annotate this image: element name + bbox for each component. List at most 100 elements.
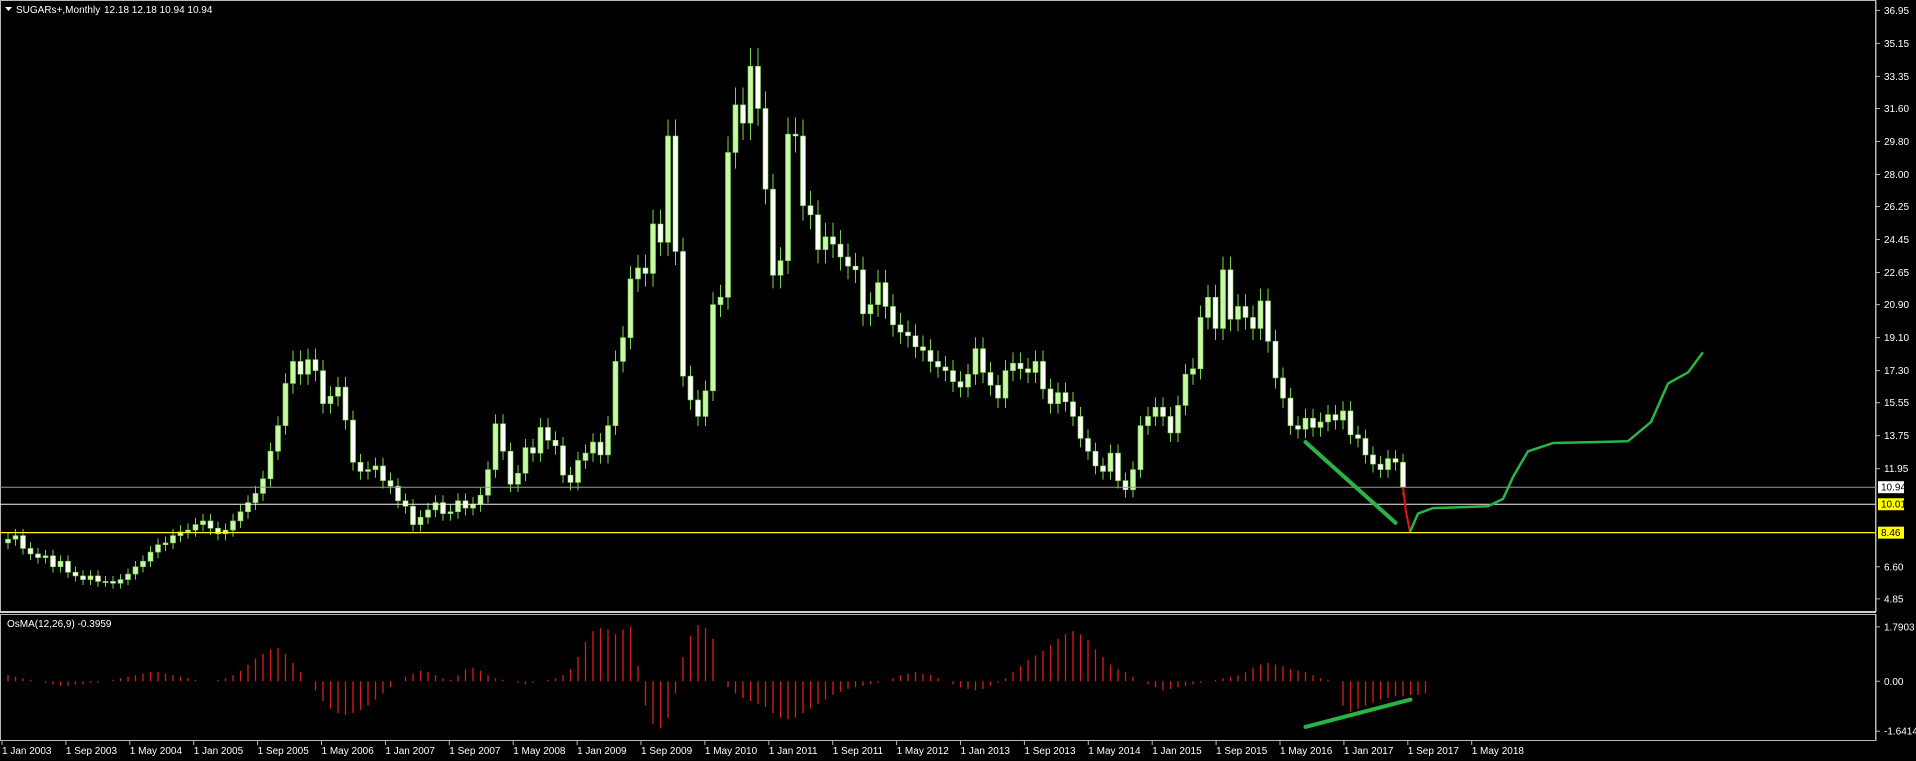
bull-candle bbox=[252, 493, 259, 503]
bull-candle bbox=[140, 560, 146, 568]
price-tick-label: 4.85 bbox=[1884, 594, 1904, 605]
indicator-tick-label: 1.7903 bbox=[1884, 622, 1915, 633]
price-tick-label: 26.25 bbox=[1884, 202, 1909, 213]
bear-candle bbox=[927, 350, 934, 362]
price-axis: 36.95 35.15 33.35 31.60 29.80 28.00 26.25 24.45… bbox=[1876, 6, 1909, 605]
level-2-tag: 8.46 bbox=[1881, 528, 1901, 539]
bull-candle bbox=[417, 516, 424, 525]
bull-candle bbox=[477, 494, 484, 505]
downtrend-line bbox=[1303, 440, 1398, 525]
bull-candle bbox=[575, 460, 581, 483]
bear-candle bbox=[1332, 414, 1339, 421]
bear-candle bbox=[1040, 361, 1046, 390]
indicator-tick-label: -1.6414 bbox=[1884, 727, 1916, 738]
time-tick-label: 1 Jan 2013 bbox=[961, 746, 1011, 757]
bull-candle bbox=[725, 152, 731, 298]
bear-candle bbox=[762, 108, 769, 190]
dropdown-triangle-icon[interactable] bbox=[5, 7, 12, 11]
bear-candle bbox=[207, 520, 214, 529]
time-tick-label: 1 Sep 2017 bbox=[1408, 746, 1460, 757]
bull-candle bbox=[1145, 416, 1151, 426]
time-tick-label: 1 May 2004 bbox=[130, 746, 183, 757]
time-tick-label: 1 Sep 2015 bbox=[1216, 746, 1268, 757]
time-tick-label: 1 Jan 2009 bbox=[577, 746, 627, 757]
bull-candle bbox=[1055, 392, 1061, 404]
time-tick-label: 1 Sep 2013 bbox=[1024, 746, 1076, 757]
bull-candle bbox=[117, 579, 124, 584]
price-tick-label: 29.80 bbox=[1884, 137, 1909, 148]
time-axis: 1 Jan 2003 1 Sep 2003 1 May 2004 1 Jan 2005… bbox=[1, 741, 1525, 757]
bull-candle bbox=[132, 566, 139, 575]
bear-candle bbox=[740, 104, 746, 124]
bull-candle bbox=[1302, 417, 1309, 430]
bull-candle bbox=[447, 511, 454, 514]
bull-candle bbox=[777, 260, 784, 276]
time-tick-label: 1 May 2018 bbox=[1472, 746, 1525, 757]
bear-candle bbox=[410, 505, 416, 525]
price-tick-label: 6.60 bbox=[1884, 562, 1904, 573]
level-1-tag: 10.01 bbox=[1881, 500, 1906, 511]
indicator-label: OsMA(12,26,9) -0.3959 bbox=[7, 619, 112, 630]
bull-candle bbox=[1205, 296, 1211, 318]
bull-candle bbox=[537, 427, 544, 454]
price-tick-label: 33.35 bbox=[1884, 72, 1909, 83]
bear-candle bbox=[72, 571, 79, 577]
bear-candle bbox=[342, 386, 349, 421]
bull-candle bbox=[147, 551, 154, 562]
bear-candle bbox=[357, 461, 364, 472]
bear-candle bbox=[500, 423, 506, 452]
bear-candle bbox=[1287, 397, 1294, 426]
price-level-lines bbox=[0, 486, 1876, 534]
bull-candle bbox=[1197, 317, 1204, 370]
bear-candle bbox=[942, 366, 949, 371]
bear-candle bbox=[1115, 452, 1121, 481]
bull-candle bbox=[192, 524, 199, 531]
bear-candle bbox=[1017, 362, 1024, 370]
bear-candle bbox=[65, 560, 71, 573]
time-tick-label: 1 Sep 2007 bbox=[449, 746, 501, 757]
bear-candle bbox=[935, 361, 941, 368]
bear-candle bbox=[387, 480, 394, 487]
main-chart-frame bbox=[0, 0, 1876, 612]
time-tick-label: 1 Sep 2003 bbox=[66, 746, 118, 757]
bear-candle bbox=[1167, 416, 1174, 434]
bear-candle bbox=[987, 372, 994, 386]
bear-candle bbox=[800, 135, 806, 206]
bear-candle bbox=[957, 381, 964, 388]
bear-candle bbox=[882, 282, 889, 307]
trend-drawings[interactable] bbox=[1303, 351, 1705, 729]
bull-candle bbox=[822, 236, 829, 250]
bull-candle bbox=[702, 390, 709, 417]
bull-candle bbox=[1002, 370, 1009, 399]
bear-candle bbox=[755, 66, 761, 109]
time-tick-label: 1 May 2008 bbox=[513, 746, 566, 757]
bear-candle bbox=[402, 500, 409, 507]
bear-candle bbox=[845, 256, 851, 267]
bear-candle bbox=[920, 346, 926, 351]
bear-candle bbox=[110, 581, 116, 584]
bear-candle bbox=[380, 465, 386, 481]
bear-candle bbox=[1280, 377, 1286, 399]
ohlc-readout: 12.18 12.18 10.94 10.94 bbox=[104, 5, 213, 16]
bear-candle bbox=[912, 335, 919, 348]
bull-candle bbox=[627, 278, 634, 338]
bull-candle bbox=[1137, 425, 1144, 470]
bull-candle bbox=[1340, 410, 1346, 421]
bear-candle bbox=[545, 427, 551, 441]
time-tick-label: 1 Sep 2009 bbox=[641, 746, 693, 757]
bull-candle bbox=[522, 447, 529, 474]
bear-candle bbox=[1122, 480, 1129, 491]
time-tick-label: 1 Jan 2003 bbox=[2, 746, 52, 757]
bear-candle bbox=[1400, 461, 1406, 488]
bull-candle bbox=[155, 544, 161, 553]
bear-candle bbox=[530, 447, 536, 454]
bear-candle bbox=[852, 265, 859, 271]
bear-candle bbox=[1100, 465, 1106, 472]
bear-candle bbox=[672, 135, 679, 252]
bear-candle bbox=[657, 223, 664, 243]
bear-candle bbox=[27, 548, 34, 555]
bull-candle bbox=[492, 423, 499, 470]
bear-candle bbox=[567, 474, 574, 483]
price-tick-label: 15.55 bbox=[1884, 398, 1909, 409]
chart-window[interactable]: 36.95 35.15 33.35 31.60 29.80 28.00 26.25 24.45… bbox=[0, 0, 1916, 761]
